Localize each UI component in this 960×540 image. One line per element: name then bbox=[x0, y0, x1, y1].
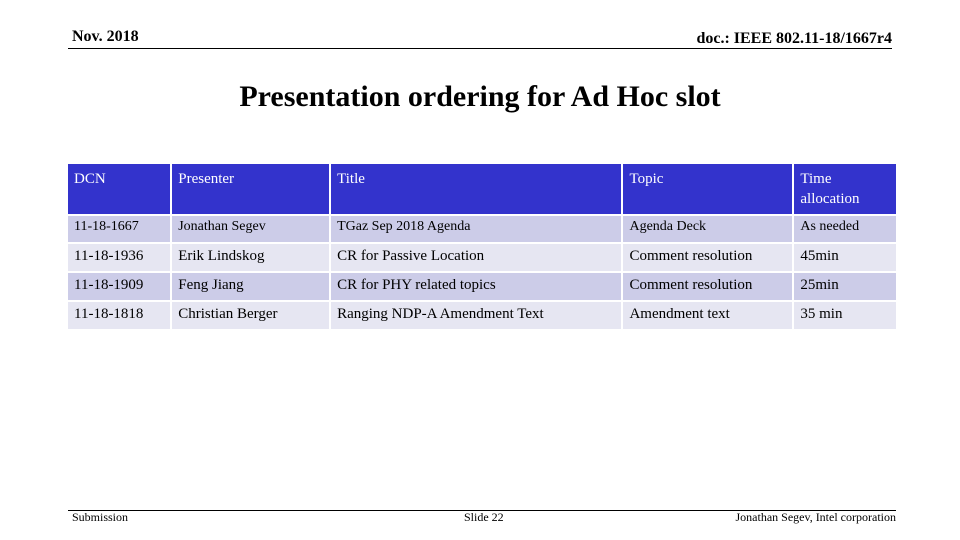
cell-dcn: 11-18-1909 bbox=[68, 273, 171, 300]
cell-topic: Agenda Deck bbox=[623, 216, 793, 242]
footer-slide-number: Slide 22 bbox=[464, 510, 504, 524]
footer-author: Jonathan Segev, Intel corporation bbox=[735, 510, 896, 524]
table-row: 11-18-1909 Feng Jiang CR for PHY related… bbox=[68, 273, 896, 300]
cell-title: CR for Passive Location bbox=[331, 244, 622, 271]
header-doc-id: doc.: IEEE 802.11-18/1667r4 bbox=[696, 30, 892, 47]
column-header-time-allocation: Time allocation bbox=[794, 164, 896, 214]
header-date: Nov. 2018 bbox=[72, 28, 139, 45]
cell-dcn: 11-18-1818 bbox=[68, 302, 171, 329]
cell-title: TGaz Sep 2018 Agenda bbox=[331, 216, 622, 242]
cell-time: 25min bbox=[794, 273, 896, 300]
cell-dcn: 11-18-1667 bbox=[68, 216, 171, 242]
cell-topic: Comment resolution bbox=[623, 244, 793, 271]
presentation-order-table: DCN Presenter Title Topic Time allocatio… bbox=[66, 162, 898, 331]
slide-title: Presentation ordering for Ad Hoc slot bbox=[239, 80, 721, 113]
column-header-presenter: Presenter bbox=[172, 164, 330, 214]
footer-submission: Submission bbox=[72, 510, 129, 524]
column-header-title: Title bbox=[331, 164, 622, 214]
cell-presenter: Jonathan Segev bbox=[172, 216, 330, 242]
cell-time: 45min bbox=[794, 244, 896, 271]
cell-presenter: Erik Lindskog bbox=[172, 244, 330, 271]
cell-topic: Amendment text bbox=[623, 302, 793, 329]
cell-title: CR for PHY related topics bbox=[331, 273, 622, 300]
table-row: 11-18-1818 Christian Berger Ranging NDP-… bbox=[68, 302, 896, 329]
cell-presenter: Christian Berger bbox=[172, 302, 330, 329]
cell-presenter: Feng Jiang bbox=[172, 273, 330, 300]
table-row: 11-18-1667 Jonathan Segev TGaz Sep 2018 … bbox=[68, 216, 896, 242]
header-divider bbox=[68, 48, 892, 49]
column-header-topic: Topic bbox=[623, 164, 793, 214]
cell-time: 35 min bbox=[794, 302, 896, 329]
column-header-dcn: DCN bbox=[68, 164, 171, 214]
cell-topic: Comment resolution bbox=[623, 273, 793, 300]
table-row: 11-18-1936 Erik Lindskog CR for Passive … bbox=[68, 244, 896, 271]
cell-dcn: 11-18-1936 bbox=[68, 244, 171, 271]
table-header-row: DCN Presenter Title Topic Time allocatio… bbox=[68, 164, 896, 214]
cell-title: Ranging NDP-A Amendment Text bbox=[331, 302, 622, 329]
cell-time: As needed bbox=[794, 216, 896, 242]
